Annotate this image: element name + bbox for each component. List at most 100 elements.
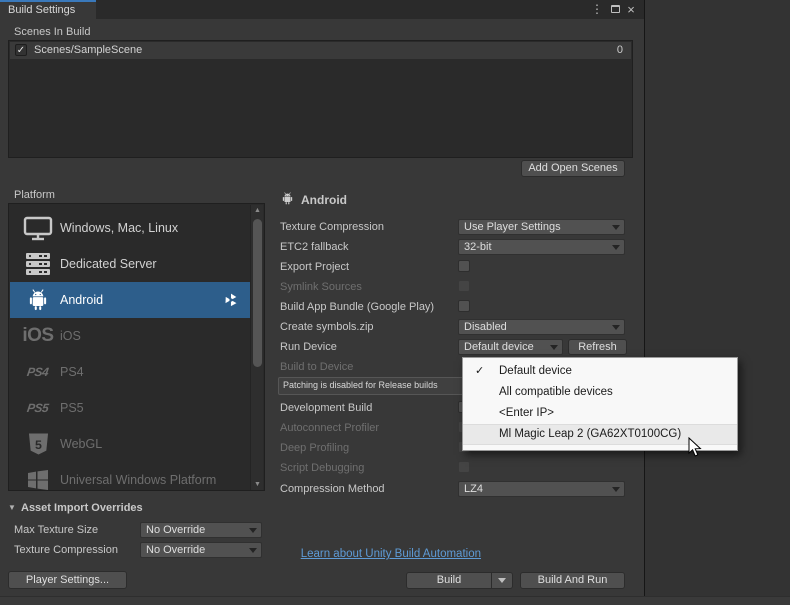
menu-item-label: All compatible devices: [499, 386, 613, 398]
build-settings-tab[interactable]: Build Settings: [0, 0, 96, 19]
deep-profiling-label: Deep Profiling: [280, 442, 350, 454]
etc2-fallback-label: ETC2 fallback: [280, 241, 349, 253]
scenes-in-build-header: Scenes In Build: [14, 26, 91, 38]
ios-icon: iOS: [22, 325, 54, 346]
menu-item-label: Default device: [499, 365, 572, 377]
dropdown-value: No Override: [146, 544, 206, 556]
close-icon[interactable]: ×: [624, 0, 638, 19]
title-bar: Build Settings ⋮ ×: [0, 0, 644, 19]
foldout-icon[interactable]: ▼: [8, 503, 16, 512]
monitor-icon: [22, 210, 54, 246]
dropdown-value: No Override: [146, 524, 206, 536]
script-debugging-label: Script Debugging: [280, 462, 365, 474]
platform-item-uwp[interactable]: Universal Windows Platform: [10, 462, 251, 490]
menu-item-label: Ml Magic Leap 2 (GA62XT0100CG): [499, 428, 682, 440]
platform-item-dedicated-server[interactable]: Dedicated Server: [10, 246, 251, 282]
create-symbols-dropdown[interactable]: Disabled: [458, 319, 625, 335]
platform-label: PS4: [60, 365, 84, 379]
menu-item-enter-ip[interactable]: <Enter IP>: [463, 403, 737, 424]
unity-logo-icon: [223, 292, 239, 311]
menu-item-default-device[interactable]: ✓ Default device: [463, 361, 737, 382]
unity-editor-screen: Build Settings ⋮ × Scenes In Build ✓ Sce…: [0, 0, 790, 605]
texture-compression-dropdown[interactable]: Use Player Settings: [458, 219, 625, 235]
platform-scrollbar[interactable]: ▲ ▼: [250, 205, 264, 490]
symlink-sources-label: Symlink Sources: [280, 281, 362, 293]
dropdown-value: Disabled: [464, 321, 507, 333]
platform-list: Windows, Mac, Linux Dedicated Server And…: [8, 203, 265, 491]
svg-text:5: 5: [35, 438, 42, 452]
export-project-label: Export Project: [280, 261, 350, 273]
build-split-button: Build: [406, 572, 513, 589]
menu-item-label: <Enter IP>: [499, 407, 554, 419]
webgl-icon: 5: [22, 426, 54, 462]
scene-name: Scenes/SampleScene: [34, 44, 143, 56]
refresh-button[interactable]: Refresh: [568, 339, 627, 355]
platform-label: Dedicated Server: [60, 257, 157, 271]
override-texture-compression-dropdown[interactable]: No Override: [140, 542, 262, 558]
build-to-device-label: Build to Device: [280, 361, 354, 373]
texture-compression-label: Texture Compression: [280, 221, 384, 233]
asset-import-overrides-header[interactable]: Asset Import Overrides: [21, 502, 143, 514]
scroll-up-icon[interactable]: ▲: [251, 205, 264, 217]
build-settings-window: Build Settings ⋮ × Scenes In Build ✓ Sce…: [0, 0, 738, 605]
add-open-scenes-button[interactable]: Add Open Scenes: [521, 160, 625, 177]
max-texture-size-label: Max Texture Size: [14, 524, 99, 536]
check-icon: ✓: [475, 365, 485, 377]
window-bottom-edge: [0, 596, 790, 605]
compression-method-dropdown[interactable]: LZ4: [458, 481, 625, 497]
dropdown-value: Default device: [464, 341, 534, 353]
development-build-label: Development Build: [280, 402, 373, 414]
scenes-list[interactable]: ✓ Scenes/SampleScene 0: [8, 40, 633, 158]
dropdown-value: Use Player Settings: [464, 221, 561, 233]
android-header-icon: [280, 191, 295, 209]
mouse-cursor: [688, 436, 703, 461]
platform-label: WebGL: [60, 437, 103, 451]
override-texture-compression-label: Texture Compression: [14, 544, 118, 556]
export-project-checkbox[interactable]: [458, 260, 470, 272]
scene-index: 0: [616, 44, 623, 56]
ps4-icon: PS4: [26, 365, 50, 379]
platform-item-ps4[interactable]: PS4 PS4: [10, 354, 251, 390]
compression-method-label: Compression Method: [280, 483, 385, 495]
build-app-bundle-label: Build App Bundle (Google Play): [280, 301, 435, 313]
server-icon: [22, 246, 54, 282]
platform-label: Android: [60, 293, 104, 307]
build-and-run-button[interactable]: Build And Run: [520, 572, 625, 589]
create-symbols-label: Create symbols.zip: [280, 321, 374, 333]
scene-row[interactable]: ✓ Scenes/SampleScene 0: [10, 42, 631, 59]
build-automation-link[interactable]: Learn about Unity Build Automation: [301, 548, 481, 560]
platform-label: iOS: [60, 329, 81, 343]
build-app-bundle-checkbox[interactable]: [458, 300, 470, 312]
build-button[interactable]: Build: [407, 573, 491, 588]
build-dropdown-arrow[interactable]: [491, 573, 512, 588]
dropdown-value: 32-bit: [464, 241, 492, 253]
android-icon: [22, 282, 54, 318]
script-debugging-checkbox: [458, 461, 470, 473]
autoconnect-profiler-label: Autoconnect Profiler: [280, 422, 380, 434]
windows-icon: [22, 462, 54, 490]
maximize-icon[interactable]: [608, 0, 622, 19]
scene-checkbox[interactable]: ✓: [15, 44, 27, 56]
run-device-label: Run Device: [280, 341, 337, 353]
run-device-dropdown[interactable]: Default device: [458, 339, 563, 355]
player-settings-button[interactable]: Player Settings...: [8, 571, 127, 589]
platform-item-ios[interactable]: iOS iOS: [10, 318, 251, 354]
ps5-icon: PS5: [26, 401, 50, 415]
platform-label: Windows, Mac, Linux: [60, 221, 179, 235]
max-texture-size-dropdown[interactable]: No Override: [140, 522, 262, 538]
platform-item-android[interactable]: Android: [10, 282, 251, 318]
menu-item-all-compatible[interactable]: All compatible devices: [463, 382, 737, 403]
platform-label: Universal Windows Platform: [60, 473, 217, 487]
platform-header: Platform: [14, 189, 55, 201]
scroll-down-icon[interactable]: ▼: [251, 479, 264, 490]
scrollbar-thumb[interactable]: [253, 219, 262, 367]
etc2-fallback-dropdown[interactable]: 32-bit: [458, 239, 625, 255]
platform-item-windows[interactable]: Windows, Mac, Linux: [10, 210, 251, 246]
platform-item-ps5[interactable]: PS5 PS5: [10, 390, 251, 426]
window-menu-icon[interactable]: ⋮: [591, 0, 603, 19]
android-section-header: Android: [301, 193, 347, 207]
platform-item-webgl[interactable]: 5 WebGL: [10, 426, 251, 462]
platform-label: PS5: [60, 401, 84, 415]
symlink-sources-checkbox: [458, 280, 470, 292]
tab-title: Build Settings: [8, 4, 76, 16]
